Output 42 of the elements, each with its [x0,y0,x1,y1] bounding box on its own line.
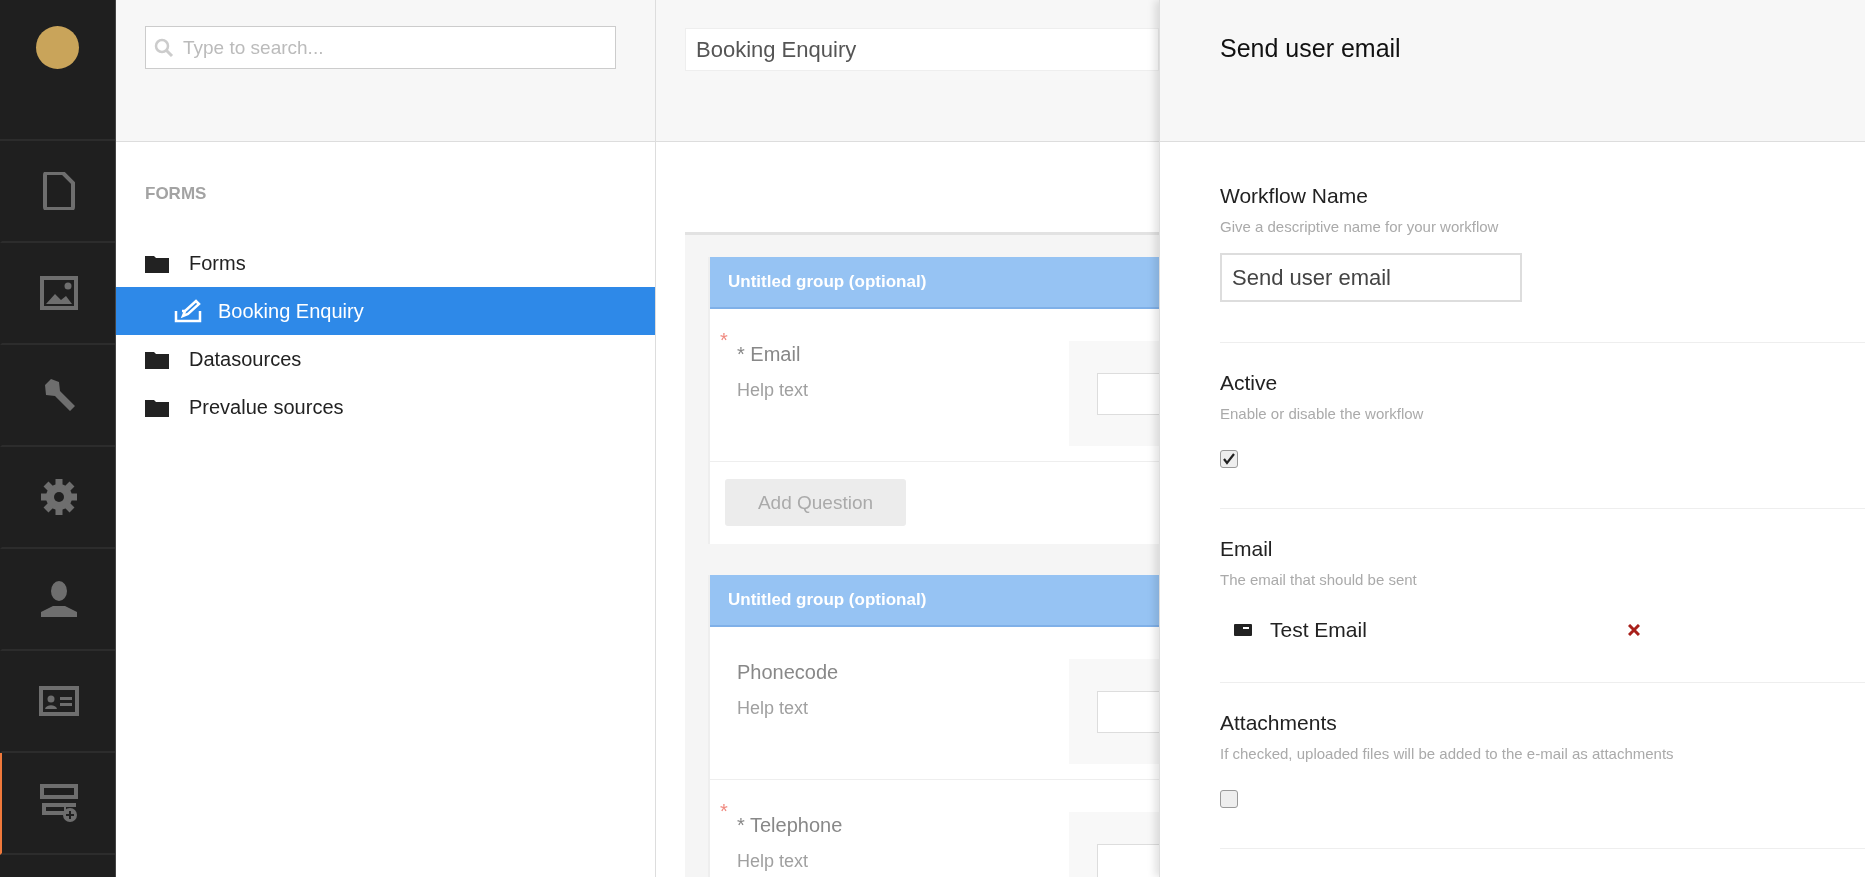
nav-section[interactable] [0,753,115,855]
tree-item[interactable]: Forms [116,239,655,287]
tree-item[interactable]: Datasources [116,335,655,383]
required-mark: * [720,329,728,352]
question-label: * Email [737,343,802,366]
field-description: Give a descriptive name for your workflow [1220,218,1500,235]
panel-title: Send user email [1220,34,1402,63]
checkbox[interactable] [1220,450,1238,468]
remove-icon[interactable] [1628,624,1640,636]
form-add-icon [39,784,78,822]
tree-item[interactable]: Booking Enquiry [116,287,655,335]
picked-item: Test Email [1270,618,1368,642]
tree-item[interactable]: Prevalue sources [116,383,655,431]
image-icon [39,276,78,310]
field-label: Workflow Name [1220,184,1369,208]
field-label: Attachments [1220,711,1338,735]
form-name-field[interactable]: Booking Enquiry [685,28,1159,71]
settings-icon [39,478,78,516]
checkbox[interactable] [1220,790,1238,808]
document-icon [42,172,75,210]
section-heading: FORMS [145,183,208,205]
folder-icon [145,397,169,417]
field-description: Enable or disable the workflow [1220,405,1425,422]
required-mark: * [720,800,728,823]
user-icon [39,581,78,617]
field-label: Active [1220,371,1279,395]
contact-card-icon [38,686,79,716]
text-field[interactable]: Send user email [1220,253,1522,302]
help-text: Help text [737,698,810,719]
question-label: Phonecode [737,661,839,684]
envelope-icon [1234,624,1252,636]
field-description: If checked, uploaded files will be added to the e-mail as attachments [1220,745,1675,762]
field-label: Email [1220,537,1274,561]
field-description: The email that should be sent [1220,571,1418,588]
question-label: * Telephone [737,814,843,837]
help-text: Help text [737,380,809,401]
folder-icon [145,253,169,273]
search-field[interactable]: Type to search... [145,26,616,69]
pencil-form-icon [174,299,202,323]
avatar[interactable] [36,26,79,69]
folder-icon [145,349,169,369]
help-text: Help text [737,851,810,872]
